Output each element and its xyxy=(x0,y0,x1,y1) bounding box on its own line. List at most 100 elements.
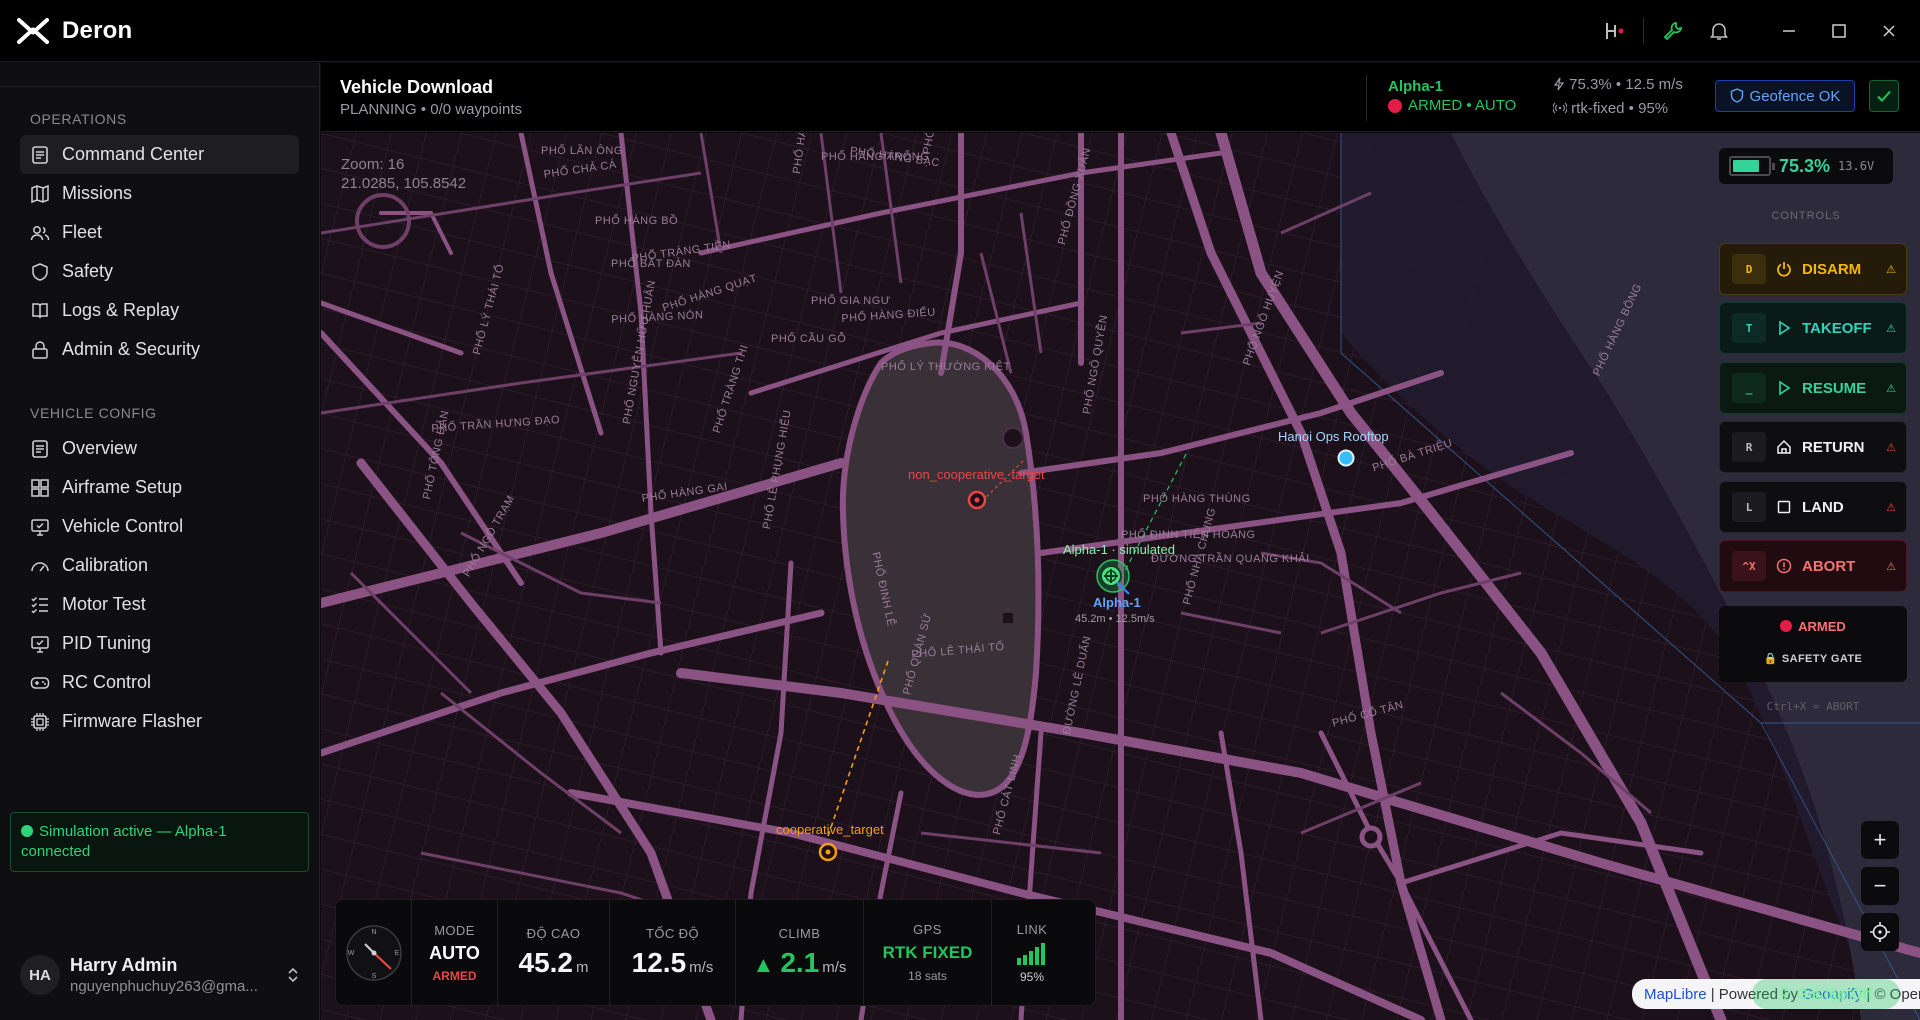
book-icon xyxy=(32,302,48,318)
simulation-status-text: Simulation active — Alpha-1 connected xyxy=(21,823,227,860)
vehicle-label: Alpha-1 xyxy=(1093,595,1141,610)
sidebar-item-label: Logs & Replay xyxy=(62,300,180,320)
cooperative-target-marker[interactable] xyxy=(817,841,839,863)
zoom-in-button[interactable]: + xyxy=(1861,821,1899,859)
road-label: PHỐ CẦU GỖ xyxy=(771,333,847,345)
home-location-marker[interactable] xyxy=(1336,448,1356,468)
map-center-coords: 21.0285, 105.8542 xyxy=(341,175,467,192)
sidebar-item-admin-security[interactable]: Admin & Security xyxy=(20,330,299,369)
connection-status-icon[interactable] xyxy=(1591,0,1637,62)
map-icon xyxy=(31,184,49,203)
vehicle-stats-power: 75.3% • 12.5 m/s xyxy=(1553,76,1683,93)
bolt-icon xyxy=(1553,77,1565,91)
gps-cell: GPS RTK FIXED 18 sats xyxy=(864,900,992,1005)
close-icon xyxy=(1883,25,1895,37)
control-label: RETURN xyxy=(1802,438,1865,456)
compass-icon: N S W E xyxy=(345,924,402,981)
zoom-out-button[interactable]: − xyxy=(1861,867,1899,905)
sidebar-item-vehicle-control[interactable]: Vehicle Control xyxy=(20,507,299,546)
safety-gate-toggle[interactable]: 🔒 SAFETY GATE xyxy=(1719,652,1907,665)
sidebar-item-fleet[interactable]: Fleet xyxy=(20,213,299,252)
avatar: HA xyxy=(20,955,60,995)
sidebar-item-airframe-setup[interactable]: Airframe Setup xyxy=(20,468,299,507)
link-quality: 95% xyxy=(1019,969,1045,984)
gamepad-icon xyxy=(30,676,50,689)
altitude-value: 45.2 xyxy=(518,947,574,978)
bell-icon[interactable] xyxy=(1696,0,1742,62)
speed-label: TỐC ĐỘ xyxy=(646,926,699,941)
control-label: TAKEOFF xyxy=(1802,319,1872,337)
chevron-up-down-icon xyxy=(288,967,298,983)
vehicle-marker[interactable] xyxy=(1091,554,1135,598)
wrench-icon[interactable] xyxy=(1650,0,1696,62)
non-cooperative-target-marker[interactable] xyxy=(966,489,988,511)
sidebar-item-logs-replay[interactable]: Logs & Replay xyxy=(20,291,299,330)
geofence-status-text: Geofence OK xyxy=(1749,87,1841,105)
map-canvas[interactable]: Zoom: 16 21.0285, 105.8542 PHỐ LÃN ÔNG PH… xyxy=(321,133,1920,1020)
vehicle-state-text: ARMED • AUTO xyxy=(1408,97,1517,114)
chip-icon xyxy=(31,712,49,731)
user-icon: ⚲ xyxy=(1779,986,1791,1003)
sidebar-item-rc-control[interactable]: RC Control xyxy=(20,663,299,702)
monitor-check-icon xyxy=(31,635,49,653)
climb-up-icon: ▲ xyxy=(752,952,775,977)
maplibre-link[interactable]: MapLibre xyxy=(1644,986,1707,1003)
confirm-button[interactable] xyxy=(1869,80,1899,112)
sidebar-item-firmware-flasher[interactable]: Firmware Flasher xyxy=(20,702,299,741)
road-label: PHỐ HÀNG BỒ xyxy=(595,215,679,227)
shortcut-key: R xyxy=(1732,432,1766,462)
clipboard-icon xyxy=(32,145,48,164)
sidebar-item-label: Command Center xyxy=(62,144,205,164)
road-label: PHỐ GIA NGƯ xyxy=(811,295,891,307)
climb-value: 2.1 xyxy=(780,947,820,978)
maximize-button[interactable] xyxy=(1814,0,1864,62)
battery-indicator: 75.3% 13.6V xyxy=(1719,148,1893,184)
svg-text:N: N xyxy=(371,929,376,936)
grid-icon xyxy=(31,478,49,497)
climb-unit: m/s xyxy=(822,959,847,976)
land-button[interactable]: L LAND ⚠ xyxy=(1719,481,1907,533)
armed-dot-icon xyxy=(1780,620,1793,632)
vehicle-state: ARMED • AUTO xyxy=(1388,97,1516,114)
sidebar-item-calibration[interactable]: Calibration xyxy=(20,546,299,585)
altitude-label: ĐỘ CAO xyxy=(526,926,581,941)
sidebar-item-safety[interactable]: Safety xyxy=(20,252,299,291)
shortcut-key: _ xyxy=(1732,373,1766,403)
vehicle-header: Vehicle Download PLANNING • 0/0 waypoint… xyxy=(321,63,1920,132)
sidebar-item-label: Firmware Flasher xyxy=(62,711,203,731)
warning-icon: ⚠ xyxy=(1886,501,1896,514)
resume-button[interactable]: _ RESUME ⚠ xyxy=(1719,362,1907,414)
takeoff-button[interactable]: T TAKEOFF ⚠ xyxy=(1719,302,1907,354)
vehicle-stats-link: rtk-fixed • 95% xyxy=(1552,100,1668,117)
map-zoom-level: Zoom: 16 xyxy=(341,156,405,173)
sidebar-item-pid-tuning[interactable]: PID Tuning xyxy=(20,624,299,663)
sidebar-item-label: Calibration xyxy=(62,555,149,575)
minimize-icon xyxy=(1783,30,1795,32)
play-icon xyxy=(1779,380,1791,396)
control-label: DISARM xyxy=(1802,260,1862,278)
disarm-button[interactable]: D DISARM ⚠ xyxy=(1719,243,1907,295)
abort-button[interactable]: ^X ABORT ⚠ xyxy=(1719,540,1907,592)
recenter-button[interactable] xyxy=(1861,913,1899,951)
vehicle-telemetry-label: 45.2m • 12.5m/s xyxy=(1075,613,1155,625)
play-icon xyxy=(1779,320,1791,336)
minimize-button[interactable] xyxy=(1764,0,1814,62)
mode-cell: MODE AUTO ARMED xyxy=(412,900,498,1005)
compass: N S W E xyxy=(336,900,412,1005)
section-vehicle-config: VEHICLE CONFIG xyxy=(30,405,157,421)
return-button[interactable]: R RETURN ⚠ xyxy=(1719,421,1907,473)
user-menu[interactable]: HA Harry Admin nguyenphuchuy263@gma... xyxy=(20,955,300,995)
close-button[interactable] xyxy=(1864,0,1914,62)
sidebar-item-command-center[interactable]: Command Center xyxy=(20,135,299,174)
sidebar-item-motor-test[interactable]: Motor Test xyxy=(20,585,299,624)
svg-text:E: E xyxy=(394,950,399,957)
mode-value: AUTO xyxy=(429,942,480,963)
sidebar-item-missions[interactable]: Missions xyxy=(20,174,299,213)
geofence-status-button[interactable]: Geofence OK xyxy=(1715,80,1855,112)
simulation-toggle-button[interactable]: ⚲ Giả lập Off xyxy=(1752,979,1900,1009)
shortcut-key: T xyxy=(1732,313,1766,343)
shortcut-key: L xyxy=(1732,492,1766,522)
sidebar-item-label: Airframe Setup xyxy=(62,477,183,497)
check-icon xyxy=(1877,90,1891,102)
sidebar-item-overview[interactable]: Overview xyxy=(20,429,299,468)
